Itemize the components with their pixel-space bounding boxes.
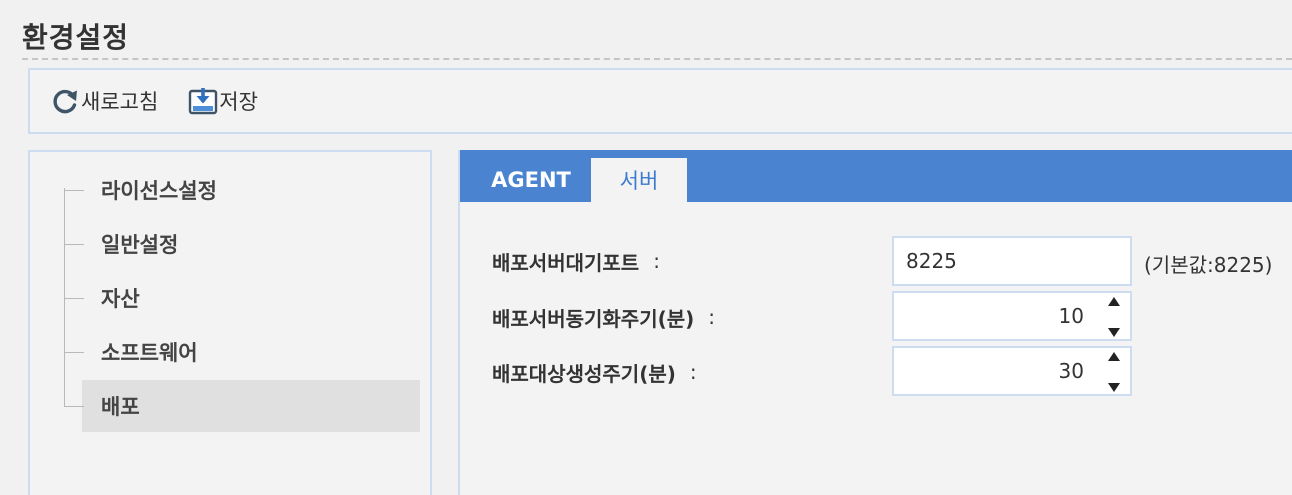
content-panel: AGENT 서버 배포서버대기포트 : (기본값:8225) 배포서버동기화주기…	[458, 150, 1292, 495]
target-interval-stepper[interactable]	[892, 346, 1132, 396]
tab-bar: AGENT 서버	[460, 150, 1292, 202]
tree-item-asset[interactable]: 자산	[64, 272, 420, 324]
form-row-port: 배포서버대기포트 :	[492, 236, 660, 286]
title-divider	[22, 58, 1292, 60]
tree-item-label: 자산	[101, 287, 140, 311]
save-button[interactable]: 저장	[188, 86, 258, 116]
sync-interval-spin-buttons	[1106, 297, 1122, 337]
port-label: 배포서버대기포트	[492, 250, 640, 275]
arrow-up-icon[interactable]	[1108, 297, 1120, 306]
tree-item-label: 배포	[101, 395, 140, 419]
save-icon	[188, 86, 218, 116]
target-interval-label: 배포대상생성주기(분)	[492, 361, 676, 386]
refresh-icon	[50, 86, 80, 116]
target-interval-colon: :	[689, 360, 697, 384]
target-interval-spin-buttons	[1106, 352, 1122, 392]
arrow-down-icon[interactable]	[1108, 328, 1120, 337]
toolbar: 새로고침 저장	[28, 68, 1292, 134]
arrow-up-icon[interactable]	[1108, 352, 1120, 361]
form-row-target-interval: 배포대상생성주기(분) :	[492, 347, 697, 397]
sync-interval-colon: :	[708, 305, 716, 329]
tree-item-label: 일반설정	[101, 233, 179, 257]
refresh-label: 새로고침	[81, 90, 159, 114]
target-interval-input[interactable]	[894, 348, 1130, 394]
arrow-down-icon[interactable]	[1108, 383, 1120, 392]
port-colon: :	[653, 249, 660, 273]
port-default-hint: (기본값:8225)	[1144, 253, 1273, 277]
form-row-sync-interval: 배포서버동기화주기(분) :	[492, 292, 715, 342]
save-label: 저장	[219, 90, 258, 114]
tree-item-label: 라이선스설정	[101, 179, 217, 203]
tree-item-license[interactable]: 라이선스설정	[64, 164, 420, 216]
refresh-button[interactable]: 새로고침	[50, 86, 158, 116]
tab-server[interactable]: 서버	[591, 158, 687, 202]
sync-interval-label: 배포서버동기화주기(분)	[492, 306, 695, 331]
page-title: 환경설정	[22, 21, 130, 54]
settings-tree-panel: 라이선스설정 일반설정 자산 소프트웨어 배포	[28, 150, 432, 495]
tree-item-label: 소프트웨어	[101, 341, 198, 365]
sync-interval-stepper[interactable]	[892, 291, 1132, 341]
port-input[interactable]	[894, 238, 1130, 284]
tree-item-deploy[interactable]: 배포	[64, 380, 420, 432]
sync-interval-input[interactable]	[894, 293, 1130, 339]
tab-agent[interactable]: AGENT	[476, 158, 586, 202]
port-field[interactable]	[892, 236, 1132, 286]
tree-item-general[interactable]: 일반설정	[64, 218, 420, 270]
tree-item-software[interactable]: 소프트웨어	[64, 326, 420, 378]
